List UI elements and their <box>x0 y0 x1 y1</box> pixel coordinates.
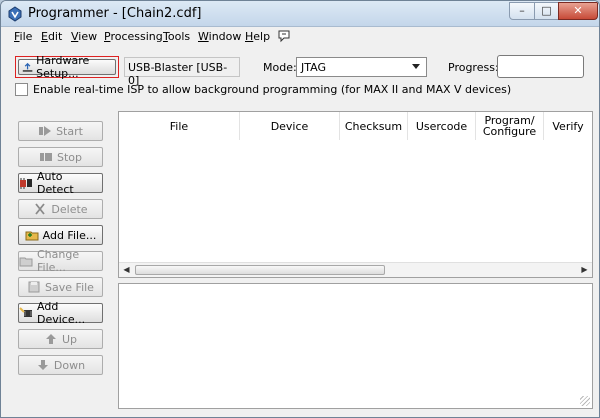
column-device[interactable]: Device <box>240 112 340 140</box>
maximize-button[interactable]: □ <box>534 2 559 20</box>
chip-detect-icon <box>20 178 32 189</box>
start-label: Start <box>56 124 83 138</box>
column-program-configure[interactable]: Program/ Configure <box>476 112 544 140</box>
scroll-right-arrow-icon[interactable]: ▶ <box>577 263 592 277</box>
disk-icon <box>28 281 40 293</box>
mode-label: Mode: <box>263 61 297 74</box>
menu-file[interactable]: File <box>14 30 32 43</box>
play-icon <box>39 126 52 136</box>
isp-checkbox[interactable] <box>15 83 28 96</box>
hardware-setup-label: Hardware Setup... <box>36 54 90 80</box>
isp-option: Enable real-time ISP to allow background… <box>15 83 511 96</box>
down-button[interactable]: Down <box>18 355 103 375</box>
up-label: Up <box>61 332 78 346</box>
auto-detect-label: Auto Detect <box>37 170 74 196</box>
device-chain-table[interactable]: File Device Checksum Usercode Program/ C… <box>118 111 593 278</box>
resize-grip-icon[interactable] <box>580 396 590 406</box>
hardware-upload-icon <box>22 62 33 72</box>
chevron-down-icon <box>412 64 420 69</box>
folder-add-icon <box>25 231 39 241</box>
delete-button[interactable]: Delete <box>18 199 103 219</box>
device-diagram-panel[interactable] <box>118 283 593 409</box>
add-file-label: Add File... <box>42 228 97 242</box>
arrow-up-icon <box>45 334 56 344</box>
change-file-label: Change File... <box>37 248 80 274</box>
x-icon <box>35 203 46 215</box>
menu-help[interactable]: Help <box>245 30 270 43</box>
hardware-setup-button[interactable]: Hardware Setup... <box>18 54 116 80</box>
column-usercode[interactable]: Usercode <box>408 112 476 140</box>
arrow-down-icon <box>37 360 48 370</box>
delete-label: Delete <box>51 202 88 216</box>
help-bubble-icon[interactable] <box>277 29 291 43</box>
isp-label: Enable real-time ISP to allow background… <box>33 83 512 96</box>
up-button[interactable]: Up <box>18 329 103 349</box>
save-file-label: Save File <box>45 280 94 294</box>
minimize-button[interactable]: – <box>509 2 535 20</box>
menu-view[interactable]: View <box>71 30 97 43</box>
menu-edit[interactable]: Edit <box>41 30 62 43</box>
quartus-app-icon <box>8 6 22 22</box>
column-verify[interactable]: Verify <box>544 112 592 140</box>
mode-selected-value: JTAG <box>301 61 326 74</box>
hardware-value-field: USB-Blaster [USB-0] <box>124 57 240 87</box>
menu-tools[interactable]: Tools <box>163 30 190 43</box>
progress-label: Progress: <box>448 61 499 74</box>
add-device-button[interactable]: Add Device... <box>18 300 103 326</box>
table-header: File Device Checksum Usercode Program/ C… <box>119 112 592 140</box>
window-title: Programmer - [Chain2.cdf] <box>28 6 202 21</box>
title-bar[interactable]: Programmer - [Chain2.cdf] – □ ✕ <box>1 1 599 27</box>
menu-bar: File Edit View Processing Tools Window H… <box>1 28 599 46</box>
add-file-button[interactable]: Add File... <box>18 225 103 245</box>
change-file-button[interactable]: Change File... <box>18 248 103 274</box>
down-label: Down <box>53 358 86 372</box>
scrollbar-thumb[interactable] <box>135 265 385 275</box>
stop-button[interactable]: Stop <box>18 147 103 167</box>
hardware-setup-highlight: Hardware Setup... <box>15 54 119 80</box>
save-file-button[interactable]: Save File <box>18 277 103 297</box>
auto-detect-button[interactable]: Auto Detect <box>18 170 103 196</box>
progress-bar <box>497 55 584 78</box>
column-checksum[interactable]: Checksum <box>340 112 408 140</box>
start-button[interactable]: Start <box>18 121 103 141</box>
add-device-label: Add Device... <box>37 300 86 326</box>
mode-select[interactable]: JTAG <box>296 57 427 77</box>
menu-processing[interactable]: Processing <box>104 30 163 43</box>
close-button[interactable]: ✕ <box>558 2 598 20</box>
programmer-window: Programmer - [Chain2.cdf] – □ ✕ File Edi… <box>0 0 600 418</box>
folder-edit-icon <box>19 257 33 267</box>
scroll-left-arrow-icon[interactable]: ◀ <box>119 263 134 277</box>
menu-window[interactable]: Window <box>198 30 241 43</box>
stop-label: Stop <box>56 150 82 164</box>
horizontal-scrollbar[interactable]: ◀ ▶ <box>119 262 592 277</box>
device-add-icon <box>19 307 32 317</box>
stop-icon <box>39 153 52 161</box>
column-file[interactable]: File <box>119 112 240 140</box>
